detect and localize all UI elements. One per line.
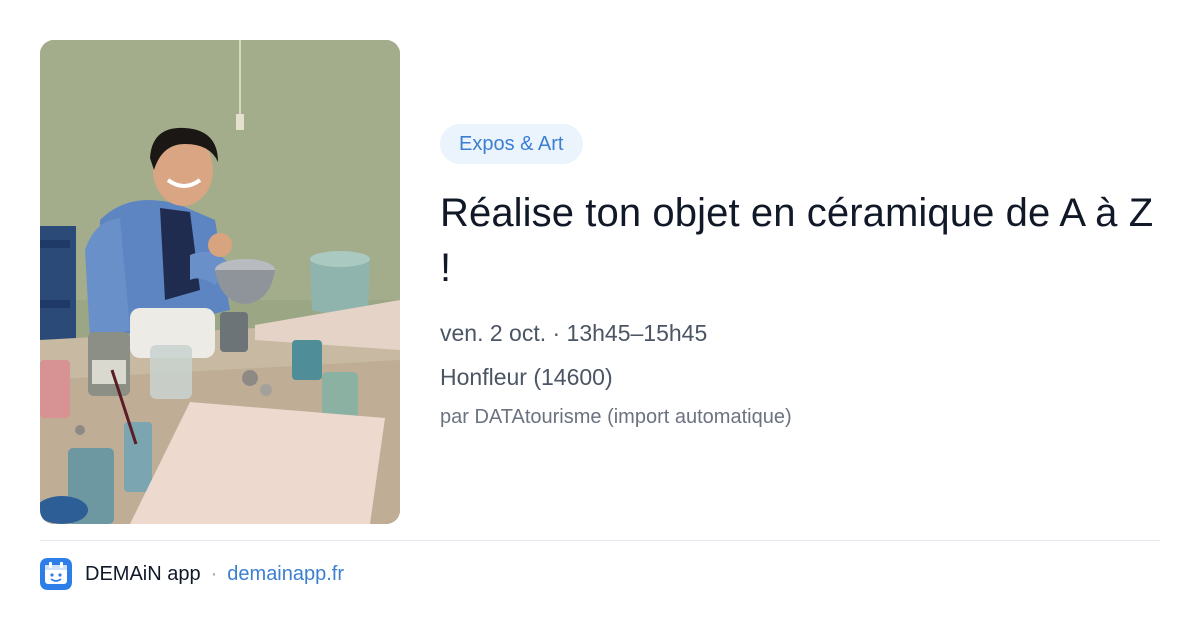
demain-app-icon <box>40 558 72 590</box>
event-share-card: Expos & Art Réalise ton objet en céramiq… <box>0 0 1200 630</box>
event-location: Honfleur (14600) <box>440 364 613 390</box>
event-title: Réalise ton objet en céramique de A à Z … <box>440 191 1154 290</box>
event-datetime: ven. 2 oct. · 13h45–15h45 <box>440 320 708 346</box>
app-website-link[interactable]: demainapp.fr <box>227 563 344 586</box>
footer-divider <box>40 540 1160 541</box>
footer-separator: · <box>210 562 218 585</box>
event-source: par DATAtourisme (import automatique) <box>440 406 792 428</box>
event-photo <box>40 40 400 524</box>
footer: DEMAiN app · demainapp.fr <box>40 558 344 590</box>
event-info: Expos & Art Réalise ton objet en céramiq… <box>440 124 1160 431</box>
app-name: DEMAiN app <box>85 562 201 585</box>
category-tag[interactable]: Expos & Art <box>440 124 583 164</box>
